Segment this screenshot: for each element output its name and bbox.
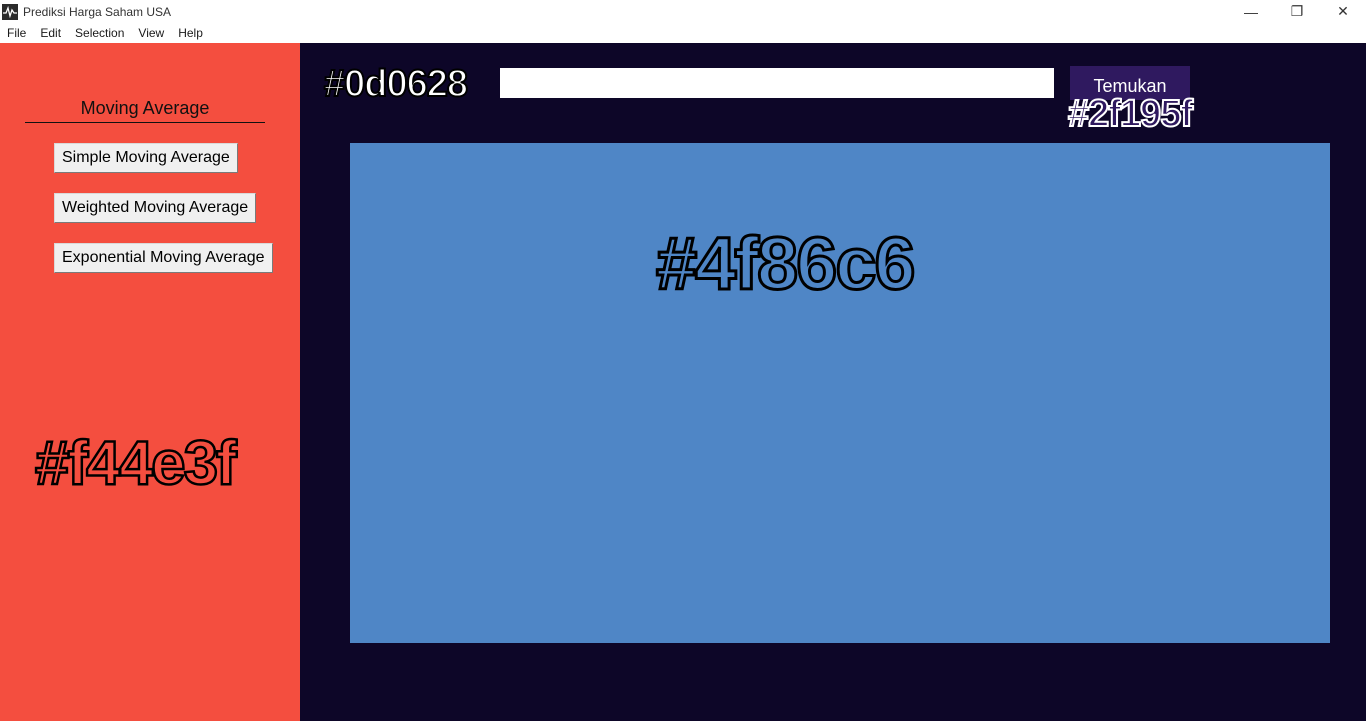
menu-view[interactable]: View — [131, 23, 171, 43]
title-bar: Prediksi Harga Saham USA — ❐ ✕ — [0, 0, 1366, 23]
main-color-label: #0d0628 — [323, 63, 469, 105]
menu-bar: File Edit Selection View Help — [0, 23, 1366, 43]
menu-file[interactable]: File — [0, 23, 33, 43]
sidebar-color-label: #f44e3f — [34, 429, 238, 498]
minimize-icon[interactable]: — — [1228, 0, 1274, 23]
close-icon[interactable]: ✕ — [1320, 0, 1366, 23]
menu-edit[interactable]: Edit — [33, 23, 68, 43]
menu-help[interactable]: Help — [171, 23, 210, 43]
maximize-icon[interactable]: ❐ — [1274, 0, 1320, 23]
chart-line-icon — [2, 3, 18, 20]
sidebar-heading: Moving Average — [80, 98, 210, 118]
simple-moving-average-button[interactable]: Simple Moving Average — [54, 143, 238, 173]
button-color-label: #2f195f — [1067, 93, 1194, 135]
window-controls: — ❐ ✕ — [1228, 0, 1366, 23]
chart-area — [350, 143, 1330, 643]
sidebar-divider — [25, 122, 265, 123]
chart-color-label: #4f86c6 — [655, 222, 918, 305]
exponential-moving-average-button[interactable]: Exponential Moving Average — [54, 243, 273, 273]
sidebar: Moving Average Simple Moving Average Wei… — [0, 43, 300, 721]
menu-selection[interactable]: Selection — [68, 23, 131, 43]
weighted-moving-average-button[interactable]: Weighted Moving Average — [54, 193, 257, 223]
search-input[interactable] — [500, 68, 1054, 98]
main-panel: #0d0628 Temukan #2f195f #4f86c6 — [300, 43, 1366, 721]
window-title: Prediksi Harga Saham USA — [23, 4, 172, 19]
